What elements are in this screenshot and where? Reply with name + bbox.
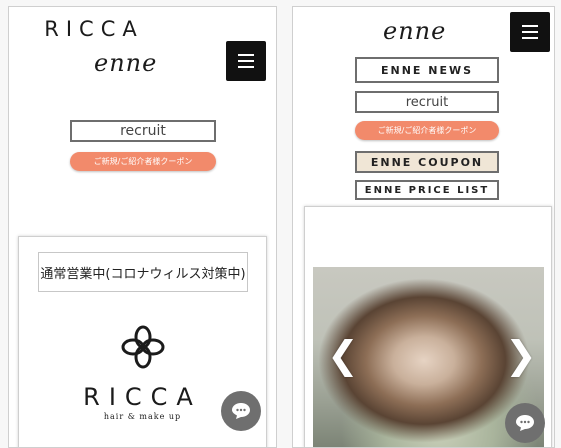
new-customer-coupon-button[interactable]: ご新規/ご紹介者様クーポン	[70, 152, 216, 171]
chat-bubble-icon	[232, 403, 250, 419]
hamburger-menu-icon[interactable]	[226, 41, 266, 81]
recruit-button[interactable]: recruit	[355, 91, 499, 113]
chevron-right-icon[interactable]: ❯	[505, 336, 537, 374]
chat-button[interactable]	[505, 403, 545, 443]
ricca-flower-logo-icon	[121, 325, 165, 369]
right-phone-screen: enne ENNE NEWS recruit ご新規/ご紹介者様クーポン ENN…	[292, 6, 555, 448]
hamburger-menu-icon[interactable]	[510, 12, 550, 52]
new-customer-coupon-button[interactable]: ご新規/ご紹介者様クーポン	[355, 121, 499, 140]
recruit-button[interactable]: recruit	[70, 120, 216, 142]
chat-button[interactable]	[221, 391, 261, 431]
left-phone-screen: RICCA enne recruit ご新規/ご紹介者様クーポン 通常営業中(コ…	[8, 6, 277, 448]
enne-news-button[interactable]: ENNE NEWS	[355, 57, 499, 83]
enne-coupon-button[interactable]: ENNE COUPON	[355, 151, 499, 173]
business-status-notice: 通常営業中(コロナウィルス対策中)	[38, 252, 248, 292]
enne-price-list-button[interactable]: ENNE PRICE LIST	[355, 180, 499, 200]
enne-script-logo[interactable]: enne	[383, 17, 446, 45]
enne-script-logo[interactable]: enne	[94, 49, 157, 77]
ricca-brand-title: RICCA	[44, 17, 144, 41]
chevron-left-icon[interactable]: ❮	[327, 336, 359, 374]
chat-bubble-icon	[516, 415, 534, 431]
